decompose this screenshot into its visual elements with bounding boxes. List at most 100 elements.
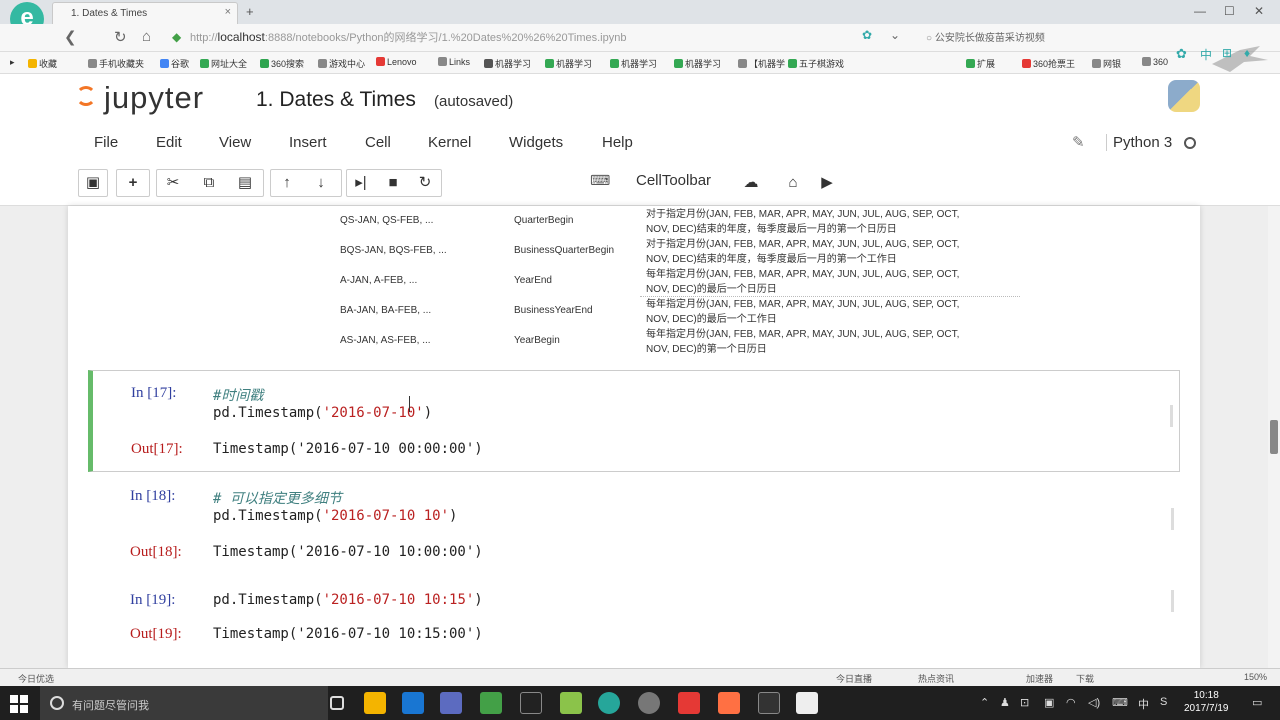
bookmark-item[interactable]: 机器学习: [545, 57, 592, 70]
paste-icon[interactable]: ▤: [230, 170, 260, 196]
menu-help[interactable]: Help: [602, 134, 633, 151]
cell-scrollbar[interactable]: [1171, 508, 1174, 530]
code-input[interactable]: pd.Timestamp('2016-07-10 10:15'): [213, 592, 483, 608]
bookmark-item[interactable]: 360: [1142, 57, 1168, 67]
save-icon[interactable]: ▣: [78, 170, 108, 196]
bookmark-item[interactable]: 网址大全: [200, 57, 247, 70]
menu-insert[interactable]: Insert: [289, 134, 327, 151]
tab-close-icon[interactable]: ×: [225, 6, 231, 18]
cell-scrollbar[interactable]: [1170, 405, 1173, 427]
move-up-icon[interactable]: ↑: [272, 170, 302, 196]
cell-scrollbar[interactable]: [1171, 590, 1174, 612]
bookmark-item[interactable]: Lenovo: [376, 57, 417, 67]
tray-wifi-icon[interactable]: ◠: [1066, 696, 1076, 709]
copy-icon[interactable]: ⧉: [194, 170, 224, 196]
menu-widgets[interactable]: Widgets: [509, 134, 563, 151]
settings-icon[interactable]: ✿: [862, 28, 872, 42]
menu-file[interactable]: File: [94, 134, 118, 151]
bookmark-item[interactable]: 收藏: [28, 57, 57, 70]
cloud-upload-icon[interactable]: ☁: [736, 170, 766, 196]
minimize-button[interactable]: —: [1194, 4, 1206, 18]
bookmark-item[interactable]: 机器学习: [484, 57, 531, 70]
ime-indicator[interactable]: 中: [1138, 696, 1149, 712]
grid-icon[interactable]: ⊞: [1222, 46, 1232, 60]
code-cell[interactable]: In [18]: # 可以指定更多细节 pd.Timestamp('2016-0…: [88, 478, 1180, 570]
tab-notebook[interactable]: 1. Dates & Times ×: [52, 2, 238, 24]
bookmark-item[interactable]: 五子棋游戏: [788, 57, 844, 70]
tray-volume-icon[interactable]: ◁): [1088, 696, 1100, 709]
back-icon[interactable]: ❮: [64, 28, 77, 46]
store-icon[interactable]: [440, 692, 462, 714]
dropdown-icon[interactable]: ⌄: [890, 28, 900, 42]
windows-start-icon[interactable]: [10, 695, 28, 713]
gift-icon[interactable]: ⌂: [778, 170, 808, 196]
code-input[interactable]: #时间戳 pd.Timestamp('2016-07-10'): [213, 385, 432, 421]
url-input[interactable]: http://localhost:8888/notebooks/Python的网…: [190, 29, 750, 47]
notifications-icon[interactable]: ▭: [1252, 696, 1262, 709]
bookmark-item[interactable]: 360抢票王: [1022, 57, 1075, 70]
menu-view[interactable]: View: [219, 134, 251, 151]
tray-keyboard-icon[interactable]: ⌨: [1112, 696, 1128, 709]
bookmark-item[interactable]: 谷歌: [160, 57, 189, 70]
kernel-name[interactable]: Python 3: [1106, 134, 1172, 151]
bookmark-item[interactable]: 机器学习: [674, 57, 721, 70]
app-dark-icon[interactable]: [520, 692, 542, 714]
statusbar-live[interactable]: 今日直播: [836, 672, 872, 685]
edge-browser-icon[interactable]: [402, 692, 424, 714]
app-white-icon[interactable]: [796, 692, 818, 714]
chinese-input-icon[interactable]: 中: [1200, 46, 1212, 63]
interrupt-icon[interactable]: ■: [378, 170, 408, 196]
app-green-icon[interactable]: [480, 692, 502, 714]
home-icon[interactable]: ⌂: [142, 28, 151, 45]
taskbar-clock[interactable]: 10:18 2017/7/19: [1184, 689, 1229, 715]
page-scrollbar-thumb[interactable]: [1270, 420, 1278, 454]
notebook-title[interactable]: 1. Dates & Times: [256, 88, 416, 112]
statusbar-daily-picks[interactable]: 今日优选: [18, 672, 54, 685]
insert-cell-below-icon[interactable]: +: [118, 170, 148, 196]
app-orange-icon[interactable]: [718, 692, 740, 714]
new-tab-button[interactable]: +: [246, 4, 254, 19]
statusbar-zoom[interactable]: 150%: [1244, 672, 1267, 682]
tray-network-icon[interactable]: ⊡: [1020, 696, 1029, 709]
tray-app-icon[interactable]: ▣: [1044, 696, 1054, 709]
statusbar-download[interactable]: 下载: [1076, 672, 1094, 685]
cut-icon[interactable]: ✂: [158, 170, 188, 196]
app-media-icon[interactable]: [638, 692, 660, 714]
cell-toolbar-button[interactable]: CellToolbar: [636, 172, 711, 189]
bookmark-item[interactable]: 游戏中心: [318, 57, 365, 70]
shirt-icon[interactable]: ♦: [1244, 46, 1250, 60]
task-view-icon[interactable]: [330, 696, 344, 710]
statusbar-news[interactable]: 热点资讯: [918, 672, 954, 685]
bookmark-item[interactable]: 扩展: [966, 57, 995, 70]
app-360-icon[interactable]: [560, 692, 582, 714]
keyboard-shortcuts-icon[interactable]: ⌨: [590, 172, 610, 189]
chat-icon[interactable]: ✿: [1176, 46, 1187, 62]
bookmark-item[interactable]: 【机器学: [738, 57, 785, 70]
play-video-icon[interactable]: ▶: [812, 170, 842, 196]
tray-expand-icon[interactable]: ⌃: [980, 696, 989, 709]
bookmarks-toggle-icon[interactable]: ▸: [10, 57, 15, 68]
reload-icon[interactable]: ↻: [114, 28, 127, 46]
bookmark-item[interactable]: 手机收藏夹: [88, 57, 144, 70]
code-input[interactable]: # 可以指定更多细节 pd.Timestamp('2016-07-10 10'): [213, 488, 457, 524]
move-down-icon[interactable]: ↓: [306, 170, 336, 196]
bookmark-item[interactable]: 机器学习: [610, 57, 657, 70]
menu-cell[interactable]: Cell: [365, 134, 391, 151]
code-cell-selected[interactable]: In [17]: #时间戳 pd.Timestamp('2016-07-10')…: [88, 370, 1180, 472]
tray-person-icon[interactable]: ♟: [1000, 696, 1010, 709]
run-cell-icon[interactable]: ▸|: [346, 170, 376, 196]
jupyter-logo[interactable]: jupyter: [76, 80, 204, 116]
search-input[interactable]: ○ 公安院长做疫苗采访视频: [926, 29, 1106, 47]
cortana-search-box[interactable]: 有问题尽管问我: [40, 686, 328, 720]
file-explorer-icon[interactable]: [364, 692, 386, 714]
code-cell[interactable]: In [19]: pd.Timestamp('2016-07-10 10:15'…: [88, 584, 1180, 654]
close-window-button[interactable]: ✕: [1254, 4, 1264, 18]
terminal-icon[interactable]: [758, 692, 780, 714]
statusbar-accelerator[interactable]: 加速器: [1026, 672, 1053, 685]
bookmark-item[interactable]: 360搜索: [260, 57, 304, 70]
restart-kernel-icon[interactable]: ↻: [410, 170, 440, 196]
maximize-button[interactable]: ☐: [1224, 4, 1235, 18]
bookmark-item[interactable]: 网银: [1092, 57, 1121, 70]
bookmark-item[interactable]: Links: [438, 57, 470, 67]
browser-360-icon[interactable]: [598, 692, 620, 714]
